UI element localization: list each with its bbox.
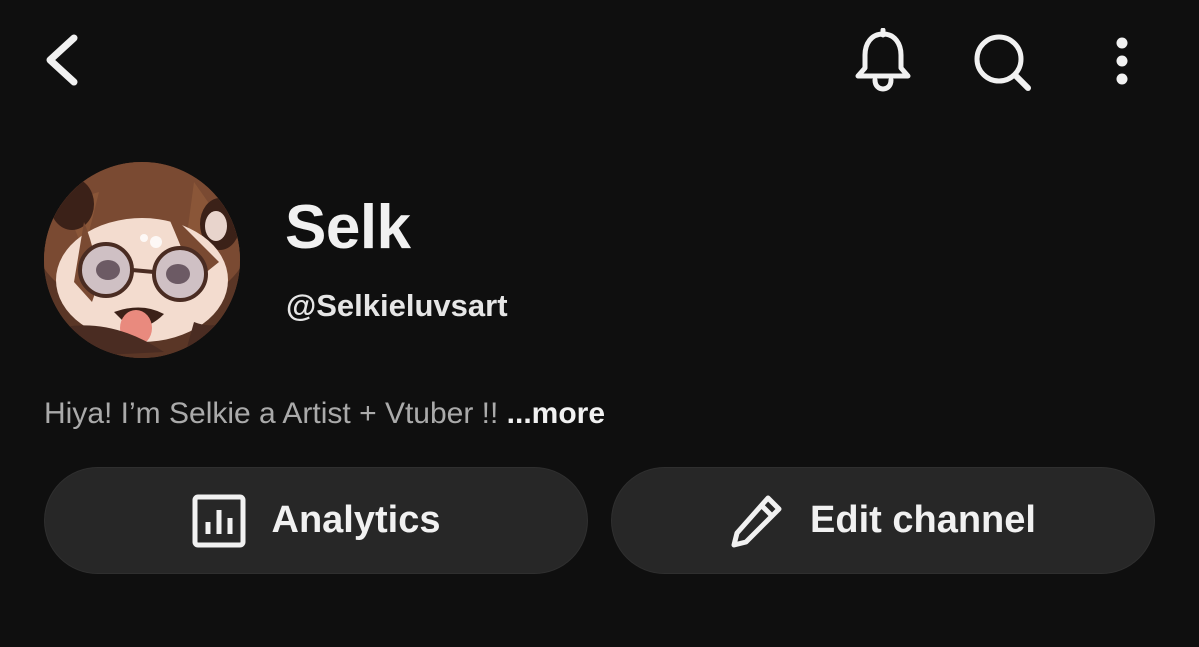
- channel-description-text: Hiya! I’m Selkie a Artist + Vtuber !!: [44, 397, 507, 430]
- more-options-button[interactable]: [1102, 30, 1142, 92]
- more-vertical-icon: [1116, 37, 1128, 85]
- search-button[interactable]: [970, 30, 1034, 92]
- chevron-left-icon: [46, 34, 78, 86]
- analytics-button-label: Analytics: [271, 499, 441, 541]
- edit-channel-button-label: Edit channel: [810, 499, 1036, 541]
- top-app-bar: [0, 0, 1199, 120]
- pencil-icon: [730, 493, 784, 549]
- channel-avatar[interactable]: [44, 162, 240, 358]
- search-icon: [974, 34, 1031, 91]
- bell-icon: [855, 28, 911, 92]
- channel-description[interactable]: Hiya! I’m Selkie a Artist + Vtuber !! ..…: [44, 394, 605, 434]
- back-button[interactable]: [34, 28, 94, 92]
- notifications-button[interactable]: [852, 28, 914, 94]
- analytics-button[interactable]: Analytics: [44, 467, 588, 574]
- edit-channel-button[interactable]: Edit channel: [611, 467, 1155, 574]
- channel-handle: @Selkieluvsart: [286, 288, 508, 323]
- avatar-artwork-image: [44, 162, 240, 358]
- channel-name: Selk: [285, 193, 411, 262]
- description-more-link[interactable]: ...more: [507, 397, 605, 430]
- analytics-chart-icon: [192, 494, 246, 548]
